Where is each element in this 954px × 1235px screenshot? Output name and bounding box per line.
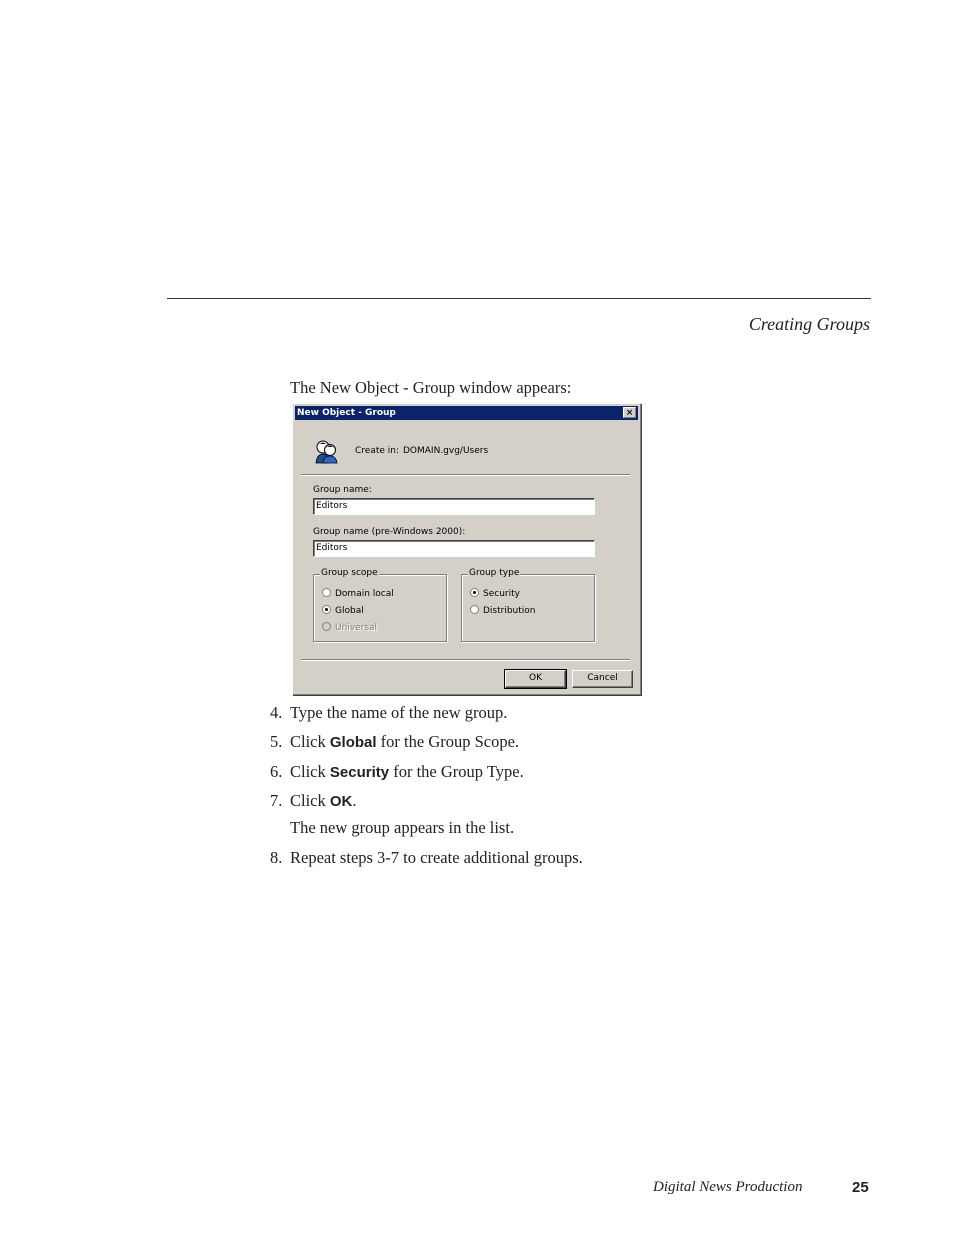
ok-button[interactable]: OK (504, 669, 567, 689)
type-distribution-radio[interactable]: Distribution (470, 605, 536, 617)
step-8: 8. Repeat steps 3-7 to create additional … (270, 848, 583, 867)
group-name-pre2000-input[interactable]: Editors (313, 540, 595, 557)
group-scope-title: Group scope (320, 568, 379, 578)
dialog-title: New Object - Group (297, 408, 396, 418)
step-7-note: The new group appears in the list. (290, 818, 515, 837)
section-title: Creating Groups (748, 314, 870, 334)
dialog-titlebar[interactable]: New Object - Group × (295, 406, 638, 420)
step-5: 5. Click Global for the Group Scope. (270, 732, 520, 751)
scope-universal-radio: Universal (322, 622, 377, 634)
group-name-pre2000-label: Group name (pre-Windows 2000): (313, 527, 466, 537)
radio-circle-disabled (322, 622, 331, 631)
create-in-path: DOMAIN.gvg/Users (403, 446, 489, 456)
radio-circle-selected (470, 588, 479, 597)
radio-circle (470, 605, 479, 614)
cancel-button[interactable]: Cancel (572, 670, 633, 688)
group-type-box: Group type Security Distribution (461, 568, 595, 642)
scope-global-radio[interactable]: Global (322, 605, 364, 617)
radio-circle (322, 588, 331, 597)
intro-text: The New Object - Group window appears: (290, 378, 572, 397)
group-name-input[interactable]: Editors (313, 498, 595, 515)
close-button[interactable]: × (623, 407, 636, 418)
step-4: 4. Type the name of the new group. (270, 703, 508, 722)
scope-domain-local-radio[interactable]: Domain local (322, 588, 394, 600)
footer-book-title: Digital News Production (653, 1179, 803, 1195)
bottom-separator (301, 659, 630, 661)
create-in-label: Create in: (355, 446, 400, 456)
group-icon (315, 440, 338, 464)
header-rule (167, 298, 871, 299)
step-7: 7. Click OK. (270, 791, 357, 810)
radio-circle-selected (322, 605, 331, 614)
group-name-label: Group name: (313, 485, 372, 495)
group-type-title: Group type (468, 568, 521, 578)
type-security-radio[interactable]: Security (470, 588, 520, 600)
group-scope-box: Group scope Domain local Global Universa… (313, 568, 447, 642)
top-separator (301, 474, 630, 476)
page-number: 25 (852, 1179, 869, 1196)
step-6: 6. Click Security for the Group Type. (270, 762, 524, 781)
new-object-group-dialog: New Object - Group × Create in: DOMAIN.g… (292, 403, 641, 695)
